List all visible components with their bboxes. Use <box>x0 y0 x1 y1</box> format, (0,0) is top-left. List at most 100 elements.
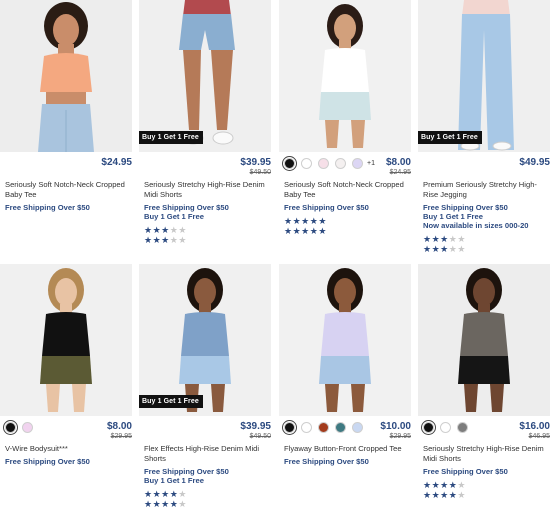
product-name-link[interactable]: Flyaway Button-Front Cropped Tee <box>279 444 411 454</box>
star-icon: ★ <box>284 226 293 236</box>
price: $10.00 <box>380 421 411 432</box>
star-icon: ★ <box>318 216 327 226</box>
star-icon: ★ <box>161 489 170 499</box>
star-rating[interactable]: ★★★★★ ★★★★★ <box>139 489 271 507</box>
product-name-link[interactable]: Seriously Soft Notch-Neck Cropped Baby T… <box>279 180 411 200</box>
more-swatches-link[interactable]: +1 <box>367 160 375 167</box>
price-row: +1 $8.00 $24.95 <box>279 156 411 180</box>
star-icon: ★ <box>284 216 293 226</box>
product-photo <box>418 0 550 152</box>
star-icon: ★ <box>423 480 432 490</box>
promo-messages: Free Shipping Over $50 Buy 1 Get 1 Free No… <box>418 203 550 230</box>
product-image[interactable]: Buy 1 Get 1 Free <box>139 264 271 416</box>
color-swatch[interactable] <box>318 422 329 433</box>
star-icon: ★ <box>301 216 310 226</box>
product-card[interactable]: $24.95 Seriously Soft Notch-Neck Cropped … <box>0 0 132 212</box>
product-name-link[interactable]: V-Wire Bodysuit*** <box>0 444 132 454</box>
price-row: $10.00 $29.95 <box>279 420 411 444</box>
star-rating-row: ★★★★★ <box>423 234 550 244</box>
star-icon: ★ <box>431 244 441 254</box>
color-swatch[interactable] <box>5 422 16 433</box>
star-icon: ★ <box>178 235 187 245</box>
price-box: $8.00 $29.95 <box>107 420 132 442</box>
price-row: $49.95 <box>418 156 550 180</box>
star-icon: ★ <box>161 225 170 235</box>
color-swatch[interactable] <box>284 422 295 433</box>
product-image[interactable]: Buy 1 Get 1 Free <box>418 0 550 152</box>
color-swatch[interactable] <box>335 422 346 433</box>
product-image[interactable] <box>0 0 132 152</box>
price-box: $39.95 $49.50 <box>240 156 271 178</box>
price: $16.00 <box>519 421 550 432</box>
star-icon: ★ <box>152 489 162 499</box>
star-icon: ★ <box>431 490 441 500</box>
star-rating[interactable]: ★★★★★ ★★★★★ <box>139 225 271 245</box>
color-swatch[interactable] <box>22 422 33 433</box>
promo-badge: Buy 1 Get 1 Free <box>139 395 203 408</box>
product-name-link[interactable]: Seriously Soft Notch-Neck Cropped Baby T… <box>0 180 132 200</box>
star-icon: ★ <box>144 225 153 235</box>
product-image[interactable] <box>279 264 411 416</box>
star-icon: ★ <box>440 480 449 490</box>
product-card[interactable]: $10.00 $29.95 Flyaway Button-Front Cropped… <box>279 264 411 466</box>
color-swatch[interactable] <box>440 422 451 433</box>
promo-message: Free Shipping Over $50 <box>423 203 508 212</box>
promo-message: Free Shipping Over $50 <box>423 467 508 476</box>
product-name-link[interactable]: Seriously Stretchy High-Rise Denim Midi … <box>418 444 550 464</box>
color-swatches: +1 <box>284 158 375 169</box>
product-card[interactable]: $16.00 $46.95 Seriously Stretchy High-Rise… <box>418 264 550 500</box>
product-image[interactable] <box>0 264 132 416</box>
product-card[interactable]: +1 $8.00 $24.95 Seriously Soft Notch-Neck C… <box>279 0 411 236</box>
star-icon: ★ <box>292 226 302 236</box>
product-card[interactable]: Buy 1 Get 1 Free $39.95 $49.50 Flex Effects… <box>139 264 271 507</box>
star-icon: ★ <box>440 244 449 254</box>
star-rating-row: ★★★★★ <box>423 480 550 490</box>
product-photo <box>279 264 411 416</box>
star-icon: ★ <box>152 235 162 245</box>
color-swatch[interactable] <box>352 158 363 169</box>
color-swatch[interactable] <box>423 422 434 433</box>
product-photo <box>139 0 271 152</box>
star-icon: ★ <box>152 499 162 507</box>
price-row: $39.95 $49.50 <box>139 420 271 444</box>
color-swatch[interactable] <box>352 422 363 433</box>
star-icon: ★ <box>144 489 153 499</box>
product-image[interactable] <box>279 0 411 152</box>
product-name-link[interactable]: Premium Seriously Stretchy High-Rise Jeg… <box>418 180 550 200</box>
promo-message: Buy 1 Get 1 Free <box>144 476 204 485</box>
product-card[interactable]: Buy 1 Get 1 Free $39.95 $49.50 Seriously St… <box>139 0 271 245</box>
promo-message: Free Shipping Over $50 <box>284 457 369 466</box>
price: $8.00 <box>385 157 411 168</box>
color-swatches <box>284 422 369 433</box>
price-row: $16.00 $46.95 <box>418 420 550 444</box>
promo-message: Buy 1 Get 1 Free <box>144 212 204 221</box>
price-box: $39.95 $49.50 <box>240 420 271 442</box>
product-name-link[interactable]: Flex Effects High-Rise Denim Midi Shorts <box>139 444 271 464</box>
color-swatch[interactable] <box>457 422 468 433</box>
star-icon: ★ <box>423 234 432 244</box>
price-box: $10.00 $29.95 <box>380 420 411 442</box>
star-rating[interactable]: ★★★★★ ★★★★★ <box>418 480 550 500</box>
product-image[interactable]: Buy 1 Get 1 Free <box>139 0 271 152</box>
promo-message: Buy 1 Get 1 Free <box>423 212 483 221</box>
color-swatch[interactable] <box>335 158 346 169</box>
star-icon: ★ <box>423 490 432 500</box>
product-name-link[interactable]: Seriously Stretchy High-Rise Denim Midi … <box>139 180 271 200</box>
color-swatch[interactable] <box>318 158 329 169</box>
color-swatch[interactable] <box>284 158 295 169</box>
product-photo <box>418 264 550 416</box>
star-icon: ★ <box>440 234 449 244</box>
color-swatch[interactable] <box>301 158 312 169</box>
star-rating-row: ★★★★★ <box>144 499 271 507</box>
product-card[interactable]: $8.00 $29.95 V-Wire Bodysuit*** Free Shippi… <box>0 264 132 466</box>
color-swatch[interactable] <box>301 422 312 433</box>
product-image[interactable] <box>418 264 550 416</box>
star-icon: ★ <box>457 234 466 244</box>
star-rating[interactable]: ★★★★★ ★★★★★ <box>418 234 550 254</box>
product-photo <box>0 264 132 416</box>
star-icon: ★ <box>457 244 466 254</box>
price-row: $39.95 $49.50 <box>139 156 271 180</box>
star-rating[interactable]: ★★★★★ ★★★★★ <box>279 216 411 236</box>
product-card[interactable]: Buy 1 Get 1 Free $49.95 Premium Seriously … <box>418 0 550 254</box>
promo-messages: Free Shipping Over $50 <box>0 203 132 212</box>
